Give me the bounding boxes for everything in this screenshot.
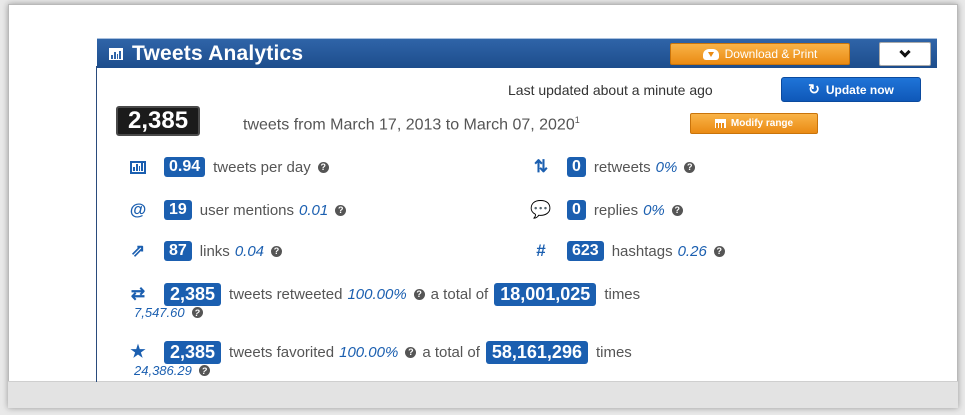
help-icon[interactable]: ? <box>271 245 283 257</box>
retweets-label: retweets <box>593 158 651 176</box>
favorited-total-prefix: a total of <box>422 343 480 361</box>
help-icon[interactable]: ? <box>671 204 683 216</box>
replies-label: replies <box>593 201 639 219</box>
favorited-pct: 100.00% <box>339 343 399 361</box>
footnote-marker: 1 <box>574 115 580 125</box>
favorited-label: tweets favorited <box>229 343 335 361</box>
hashtag-icon: # <box>536 241 546 260</box>
at-sign-icon: @ <box>129 200 147 219</box>
retweeted-pct: 100.00% <box>347 285 407 303</box>
favorited-value: 2,385 <box>164 340 222 364</box>
star-icon: ★ <box>130 342 146 361</box>
speech-bubbles-icon: 💬 <box>530 200 552 219</box>
help-icon[interactable]: ? <box>684 161 696 173</box>
calendar-icon <box>714 119 726 128</box>
favorited-average: 24,386.29 ? <box>134 363 210 378</box>
help-icon[interactable]: ? <box>335 204 347 216</box>
help-icon[interactable]: ? <box>413 288 425 300</box>
help-icon[interactable]: ? <box>317 161 329 173</box>
retweeted-avg-value: 7,547.60 <box>134 305 185 320</box>
favorited-avg-value: 24,386.29 <box>134 363 192 378</box>
panel-border <box>96 66 97 382</box>
modify-range-button[interactable]: Modify range <box>690 113 818 134</box>
panel-title: Tweets Analytics <box>132 41 304 65</box>
stat-replies: 💬 0 replies 0% ? <box>527 199 683 221</box>
retweeted-value: 2,385 <box>164 282 222 306</box>
mentions-label: user mentions <box>199 201 295 219</box>
bar-chart-icon <box>130 160 146 174</box>
replies-pct: 0% <box>643 201 665 219</box>
stat-user-mentions: @ 19 user mentions 0.01 ? <box>124 199 347 221</box>
retweets-value: 0 <box>567 157 586 177</box>
stat-links: ⇗ 87 links 0.04 ? <box>124 240 283 262</box>
retweets-pct: 0% <box>655 158 678 176</box>
per-day-value: 0.94 <box>164 157 206 177</box>
retweeted-average: 7,547.60 ? <box>134 305 203 320</box>
favorited-total: 58,161,296 <box>485 340 588 364</box>
share-link-icon: ⇗ <box>130 241 146 260</box>
hashtags-ratio: 0.26 <box>677 242 707 260</box>
panel-header: Tweets Analytics Download & Print <box>97 38 937 68</box>
retweet-icon: ⇅ <box>533 157 549 176</box>
links-label: links <box>199 242 230 260</box>
modify-range-label: Modify range <box>730 118 794 129</box>
last-updated-text: Last updated about a minute ago <box>508 82 713 98</box>
favorited-suffix: times <box>595 343 632 361</box>
help-icon[interactable]: ? <box>405 346 417 358</box>
bottom-band <box>8 381 958 408</box>
retweeted-total: 18,001,025 <box>494 282 597 306</box>
mentions-ratio: 0.01 <box>299 201 329 219</box>
collapse-toggle-button[interactable] <box>879 42 931 66</box>
retweet-icon: ⇄ <box>130 284 146 303</box>
stat-retweets: ⇅ 0 retweets 0% ? <box>527 156 696 178</box>
tweet-count-badge: 2,385 <box>116 106 201 136</box>
help-icon[interactable]: ? <box>191 307 203 318</box>
links-value: 87 <box>164 241 192 261</box>
help-icon[interactable]: ? <box>713 245 725 257</box>
download-print-label: Download & Print <box>724 47 818 61</box>
hashtags-value: 623 <box>567 241 604 261</box>
stat-tweets-retweeted: ⇄ 2,385 tweets retweeted 100.00% ? a tot… <box>124 282 641 306</box>
per-day-label: tweets per day <box>213 158 311 176</box>
stat-hashtags: # 623 hashtags 0.26 ? <box>527 240 725 262</box>
date-range-text: tweets from March 17, 2013 to March 07, … <box>243 115 580 134</box>
cloud-download-icon <box>702 48 719 60</box>
date-range-label: tweets from March 17, 2013 to March 07, … <box>243 116 575 134</box>
replies-value: 0 <box>567 200 586 220</box>
stat-tweets-per-day: 0.94 tweets per day ? <box>124 156 329 178</box>
chevron-down-icon <box>899 46 911 58</box>
retweeted-total-prefix: a total of <box>430 285 489 303</box>
stat-tweets-favorited: ★ 2,385 tweets favorited 100.00% ? a tot… <box>124 340 632 364</box>
bar-chart-icon <box>109 47 123 60</box>
refresh-icon: ↻ <box>808 81 820 97</box>
links-ratio: 0.04 <box>234 242 265 260</box>
hashtags-label: hashtags <box>611 242 673 260</box>
download-print-button[interactable]: Download & Print <box>670 43 850 65</box>
retweeted-suffix: times <box>604 285 641 303</box>
retweeted-label: tweets retweeted <box>229 285 343 303</box>
update-now-label: Update now <box>825 82 894 97</box>
mentions-value: 19 <box>164 200 192 220</box>
update-now-button[interactable]: ↻ Update now <box>781 77 921 102</box>
help-icon[interactable]: ? <box>198 365 210 376</box>
